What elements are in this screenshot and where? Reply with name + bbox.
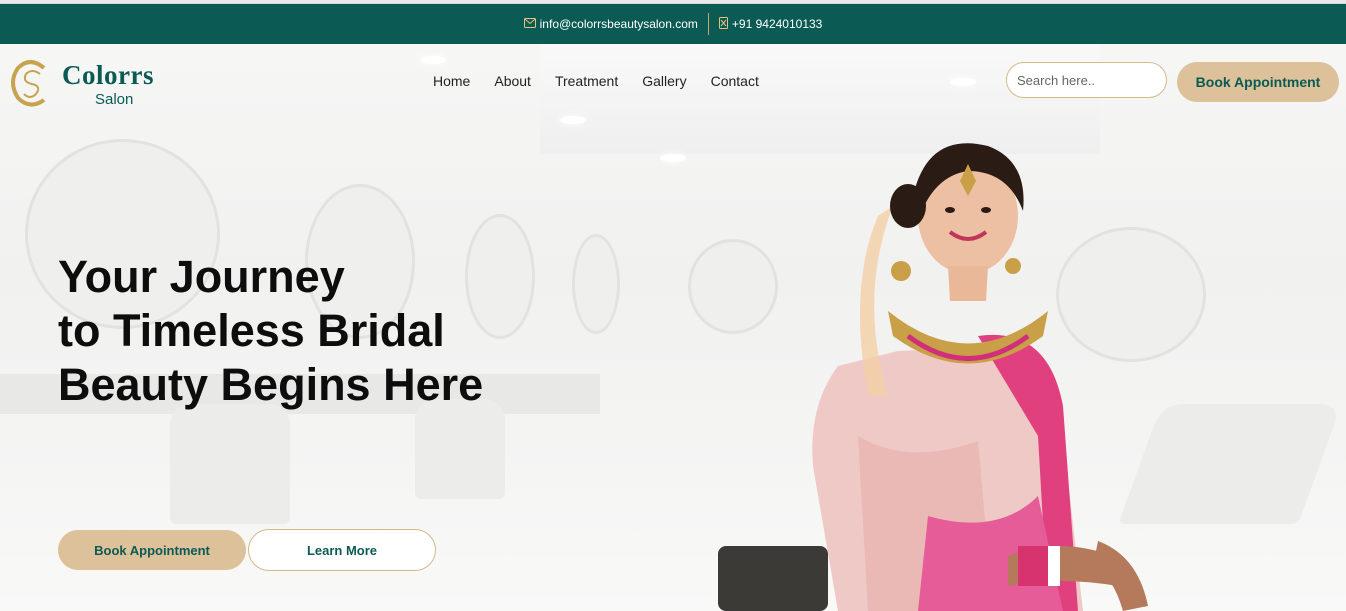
topbar-divider (707, 13, 709, 35)
primary-navigation: Home About Treatment Gallery Contact (421, 73, 771, 89)
nav-contact[interactable]: Contact (699, 73, 771, 89)
brand-name: Colorrs (62, 60, 154, 90)
book-appointment-header-button[interactable]: Book Appointment (1177, 62, 1339, 102)
phone-icon (718, 16, 728, 32)
phone-contact[interactable]: +91 9424010133 (718, 16, 822, 32)
brand-logo[interactable]: Colorrs Salon (10, 58, 180, 110)
search-input[interactable] (1006, 62, 1167, 98)
background-light (660, 154, 686, 162)
main-navbar: Colorrs Salon Home About Treatment Galle… (0, 44, 1346, 120)
nav-home[interactable]: Home (421, 73, 482, 89)
email-text[interactable]: info@colorrsbeautysalon.com (540, 17, 698, 31)
brand-subtitle: Salon (95, 91, 134, 108)
contact-topbar: info@colorrsbeautysalon.com +91 94240101… (0, 4, 1346, 44)
book-appointment-hero-button[interactable]: Book Appointment (58, 530, 246, 570)
nav-gallery[interactable]: Gallery (630, 73, 698, 89)
phone-text[interactable]: +91 9424010133 (732, 17, 822, 31)
cs-monogram-logo (11, 60, 46, 107)
headline-line: Beauty Begins Here (58, 359, 484, 410)
envelope-icon (523, 17, 536, 31)
headline-line: Your Journey (58, 251, 345, 302)
email-contact[interactable]: info@colorrsbeautysalon.com (523, 17, 698, 31)
background-chair (415, 399, 505, 499)
bride-model-image (718, 143, 1148, 611)
nav-treatment[interactable]: Treatment (543, 73, 630, 89)
learn-more-button[interactable]: Learn More (248, 529, 436, 571)
hero-headline: Your Journey to Timeless Bridal Beauty B… (58, 250, 518, 412)
background-mirror (572, 234, 620, 334)
nav-about[interactable]: About (482, 73, 543, 89)
background-chair (170, 404, 290, 524)
headline-line: to Timeless Bridal (58, 305, 445, 356)
